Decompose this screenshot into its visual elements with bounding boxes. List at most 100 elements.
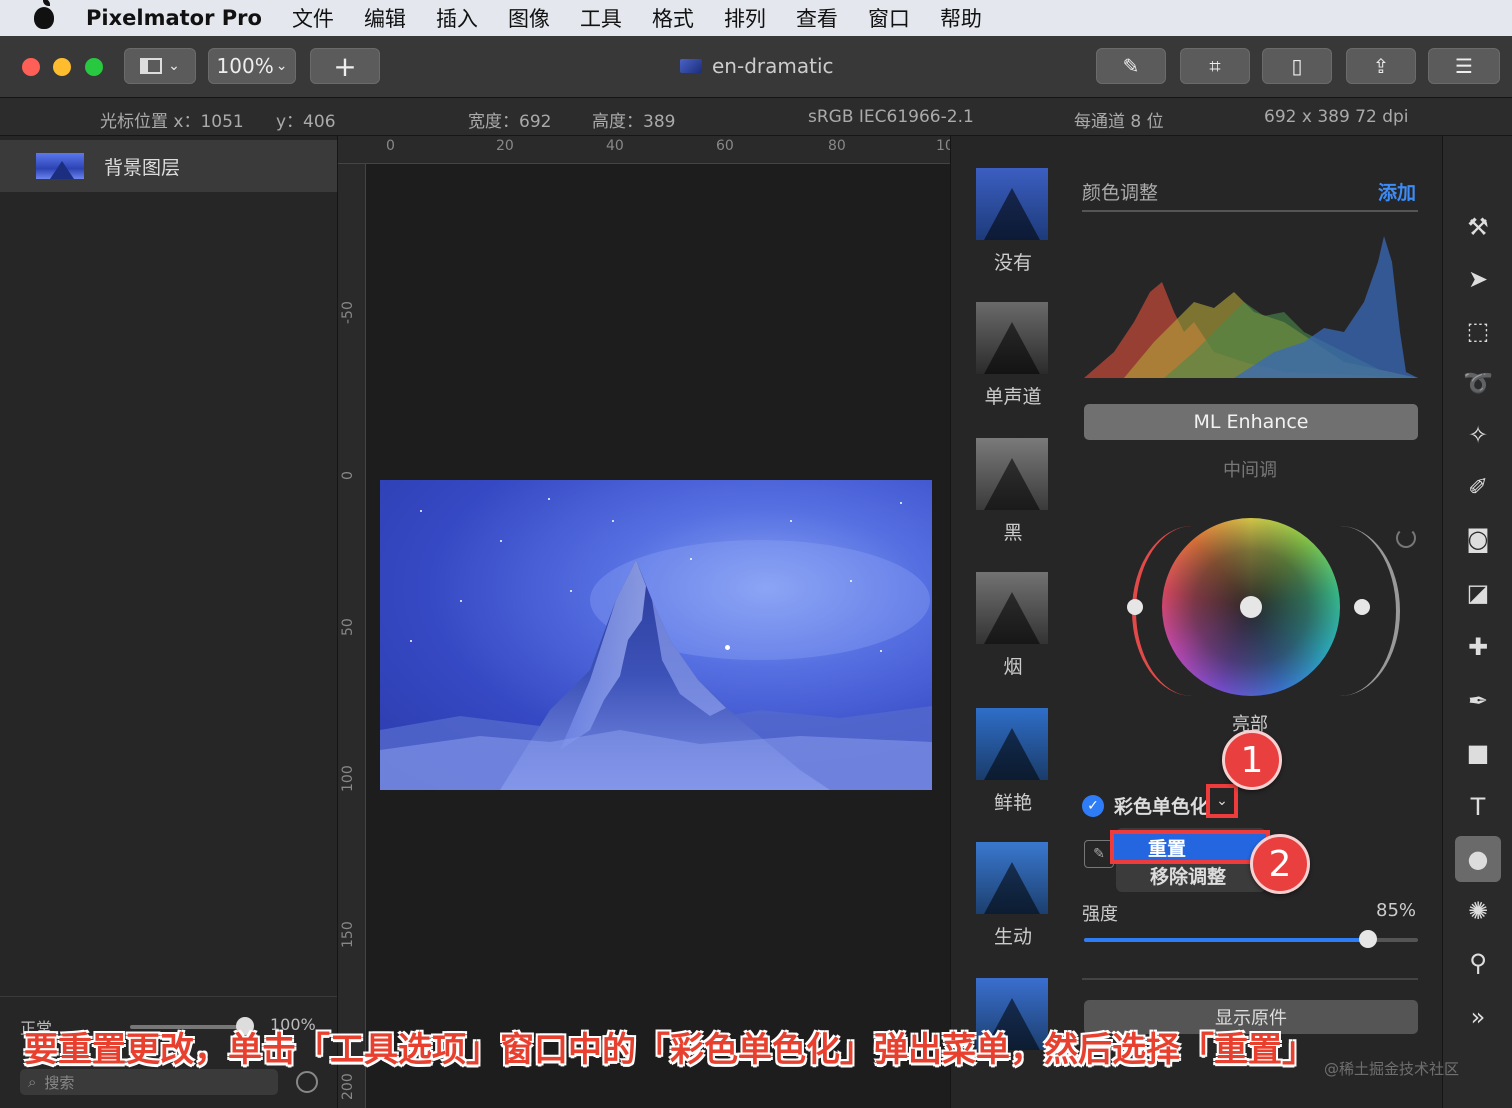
preset-black[interactable]: 黑 (976, 438, 1050, 545)
preset-smoke[interactable]: 烟 (976, 572, 1050, 679)
preset-mono[interactable]: 单声道 (976, 302, 1050, 409)
info-bar: 光标位置 x：1051 y：406 宽度：692 高度：389 sRGB IEC… (0, 98, 1512, 136)
star (420, 510, 422, 512)
layers-search-field[interactable]: ⌕ 搜索 (20, 1069, 278, 1095)
star (880, 650, 882, 652)
preset-label: 黑 (1003, 522, 1023, 544)
cursor-x: 光标位置 x：1051 (100, 112, 244, 132)
brush-icon[interactable]: ✐ (1459, 468, 1497, 506)
cursor-y: y：406 (276, 112, 336, 132)
zoom-window-button[interactable] (85, 58, 103, 76)
ml-brush-button[interactable]: ✎ (1096, 48, 1166, 84)
ml-enhance-button[interactable]: ML Enhance (1084, 404, 1418, 440)
menu-tools[interactable]: 工具 (580, 3, 622, 33)
lasso-icon[interactable]: ➰ (1459, 364, 1497, 402)
ruler-tick-label: 60 (716, 138, 734, 154)
menu-view[interactable]: 查看 (796, 3, 838, 33)
preset-label: 没有 (993, 252, 1032, 274)
color-wheel-knob[interactable] (1240, 596, 1262, 618)
canvas-image[interactable] (380, 480, 932, 790)
layer-row[interactable]: 背景图层 (0, 140, 337, 192)
apple-icon[interactable] (34, 0, 54, 29)
ruler-tick-label: 200 (340, 1073, 356, 1100)
menu-file[interactable]: 文件 (292, 3, 334, 33)
sidebar-toggle-icon (140, 58, 163, 74)
preset-thumbnail (976, 168, 1048, 240)
star (690, 558, 692, 560)
tool-options-icon: ☰ (1455, 54, 1473, 78)
monochrome-label: 彩色单色化 (1114, 796, 1210, 818)
paint-brush-icon[interactable]: ⚒ (1459, 208, 1497, 246)
arrow-pointer-icon[interactable]: ➤ (1459, 260, 1497, 298)
close-window-button[interactable] (22, 58, 40, 76)
menu-edit[interactable]: 编辑 (364, 3, 406, 33)
zoom-dropdown[interactable]: 100% ⌄ (208, 48, 296, 84)
ruler-tick-label: 80 (828, 138, 846, 154)
minimize-window-button[interactable] (53, 58, 71, 76)
menu-help[interactable]: 帮助 (940, 3, 982, 33)
text-icon[interactable]: T (1459, 788, 1497, 826)
add-button[interactable]: + (310, 48, 380, 84)
menu-format[interactable]: 格式 (652, 3, 694, 33)
star (612, 520, 614, 522)
strength-label: 强度 (1082, 904, 1118, 925)
preset-thumbnail (976, 302, 1048, 374)
menu-insert[interactable]: 插入 (436, 3, 478, 33)
color-adjust-icon[interactable]: ● (1455, 836, 1501, 882)
ml-brush-icon: ✎ (1122, 54, 1140, 78)
layer-name: 背景图层 (104, 156, 181, 179)
document-icon: ▯ (1291, 54, 1303, 78)
share-icon: ⇪ (1372, 54, 1390, 78)
strength-slider-knob[interactable] (1358, 930, 1377, 948)
crop-button[interactable]: ⌗ (1180, 48, 1250, 84)
image-width: 宽度：692 (468, 112, 552, 132)
preset-lively[interactable]: 生动 (976, 842, 1050, 949)
preset-vivid[interactable]: 鲜艳 (976, 708, 1050, 815)
sidebar-toggle-button[interactable]: ⌄ (124, 48, 196, 84)
pen-icon[interactable]: ✒ (1459, 682, 1497, 720)
eraser-icon[interactable]: ◪ (1459, 574, 1497, 612)
share-button[interactable]: ⇪ (1346, 48, 1416, 84)
filter-icon[interactable] (296, 1071, 318, 1093)
bandage-icon[interactable]: ✚ (1459, 628, 1497, 666)
midtones-label: 中间调 (1223, 460, 1277, 481)
zoom-value: 100% (216, 54, 274, 78)
ruler-tick-label: 20 (496, 138, 514, 154)
highlights-knob[interactable] (1354, 599, 1370, 615)
zoom-icon[interactable]: ⚲ (1459, 944, 1497, 982)
preset-thumbnail (976, 842, 1048, 914)
ruler-tick-label: -50 (340, 301, 356, 324)
step-badge-2: 2 (1250, 834, 1310, 894)
star (570, 590, 572, 592)
divider (1082, 210, 1418, 212)
checkmark-icon[interactable]: ✓ (1082, 794, 1104, 817)
star (790, 520, 792, 522)
menu-item-reset[interactable]: 重置 (1110, 830, 1270, 864)
plus-icon: + (333, 49, 357, 83)
more-icon[interactable]: » (1459, 998, 1497, 1036)
add-adjustment-button[interactable]: 添加 (1378, 178, 1416, 205)
ruler-tick-label: 100 (340, 765, 356, 792)
horizontal-ruler: 0 20 40 60 80 10 (338, 136, 954, 164)
rect-select-icon[interactable]: ⬚ (1459, 312, 1497, 350)
app-name-menu[interactable]: Pixelmator Pro (86, 6, 262, 30)
menu-image[interactable]: 图像 (508, 3, 550, 33)
menu-item-remove-adjustment[interactable]: 移除调整 (1150, 862, 1226, 889)
reset-wheel-icon[interactable] (1396, 528, 1416, 548)
bucket-icon[interactable]: ◙ (1459, 520, 1497, 558)
monochrome-popup-button[interactable]: ⌄ (1206, 784, 1238, 818)
document-button[interactable]: ▯ (1262, 48, 1332, 84)
menu-window[interactable]: 窗口 (868, 3, 910, 33)
shadows-knob[interactable] (1127, 599, 1143, 615)
star (548, 498, 550, 500)
ruler-tick-label: 40 (606, 138, 624, 154)
distort-icon[interactable]: ✺ (1459, 892, 1497, 930)
mountain-image (380, 540, 932, 790)
tool-options-button[interactable]: ☰ (1428, 48, 1500, 84)
monochrome-adjustment-row[interactable]: ✓ 彩色单色化 (1082, 792, 1209, 819)
menu-bar: Pixelmator Pro 文件 编辑 插入 图像 工具 格式 排列 查看 窗… (0, 0, 1512, 36)
preset-none[interactable]: 没有 (976, 168, 1050, 275)
menu-arrange[interactable]: 排列 (724, 3, 766, 33)
shape-icon[interactable]: ■ (1459, 734, 1497, 772)
magic-wand-icon[interactable]: ✧ (1459, 416, 1497, 454)
